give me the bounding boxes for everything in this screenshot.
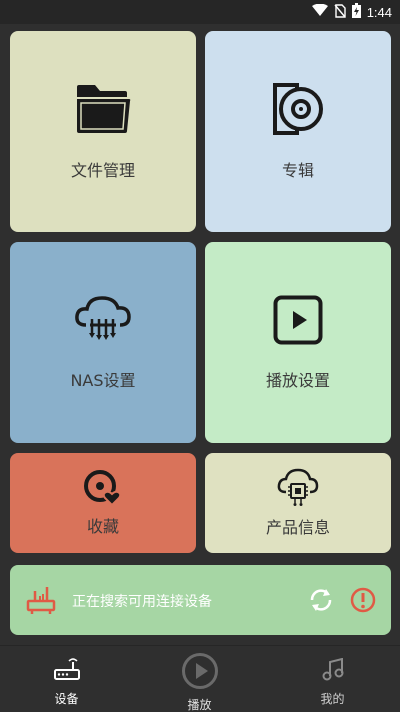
product-info-tile[interactable]: 产品信息 — [205, 453, 391, 553]
tab-device[interactable]: 设备 — [0, 646, 133, 712]
file-manager-tile[interactable]: 文件管理 — [10, 31, 196, 232]
file-manager-label: 文件管理 — [70, 160, 135, 180]
tab-mine[interactable]: 我的 — [266, 646, 399, 712]
product-info-label: 产品信息 — [265, 518, 330, 537]
bottom-tab-bar: 设备 播放 我的 — [0, 645, 400, 712]
status-icons: 1:44 — [311, 3, 392, 22]
play-settings-label: 播放设置 — [265, 370, 330, 390]
wifi-icon — [311, 3, 328, 21]
favorites-tile[interactable]: 收藏 — [10, 453, 196, 553]
router-icon — [26, 585, 56, 619]
folder-icon — [75, 83, 131, 135]
router-icon — [53, 658, 80, 686]
device-search-bar[interactable]: 正在搜索可用连接设备 — [10, 565, 391, 635]
battery-charging-icon — [351, 3, 361, 22]
cloud-chip-icon — [276, 468, 320, 508]
device-search-status: 正在搜索可用连接设备 — [72, 594, 212, 610]
play-square-icon — [273, 295, 323, 345]
alert-icon[interactable] — [350, 587, 376, 617]
status-bar: 1:44 — [0, 0, 400, 24]
status-time: 1:44 — [366, 5, 392, 20]
tab-play-label: 播放 — [187, 698, 212, 712]
tab-mine-label: 我的 — [320, 692, 345, 706]
disc-heart-icon — [83, 469, 123, 507]
play-circle-icon — [181, 652, 219, 694]
play-settings-tile[interactable]: 播放设置 — [205, 242, 391, 443]
favorites-label: 收藏 — [86, 517, 119, 536]
tab-device-label: 设备 — [54, 692, 79, 706]
no-sim-icon — [334, 3, 346, 22]
nas-settings-label: NAS设置 — [70, 370, 136, 390]
album-label: 专辑 — [281, 160, 314, 180]
music-note-icon — [321, 657, 345, 686]
nas-settings-tile[interactable]: NAS设置 — [10, 242, 196, 443]
album-disc-icon — [271, 82, 325, 135]
cloud-network-icon — [74, 295, 132, 345]
album-tile[interactable]: 专辑 — [205, 31, 391, 232]
tab-play[interactable]: 播放 — [133, 646, 266, 712]
refresh-icon[interactable] — [308, 587, 334, 617]
